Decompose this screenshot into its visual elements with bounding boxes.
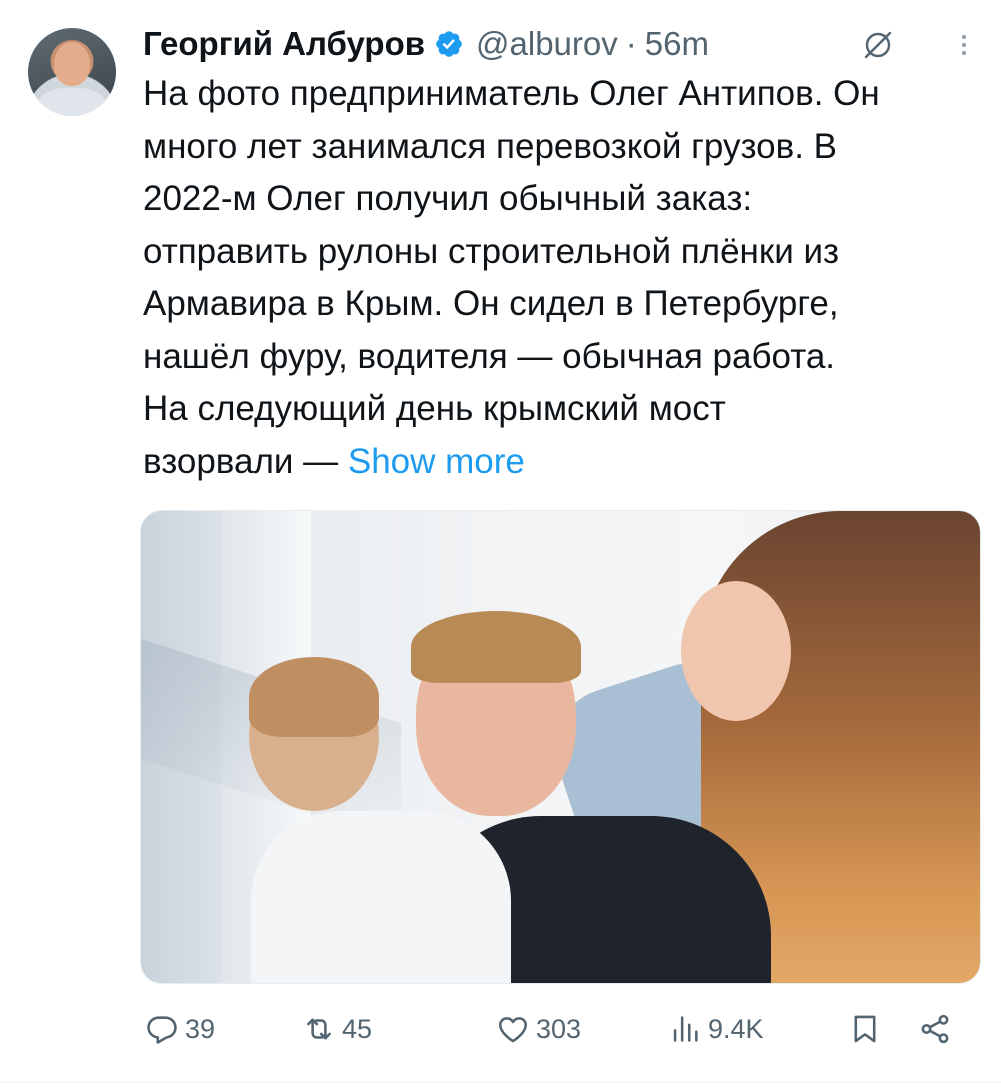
- verified-badge-icon[interactable]: [434, 29, 464, 59]
- show-more-link[interactable]: Show more: [348, 442, 525, 481]
- tweet-text: На фото предприниматель Олег Антипов. Он…: [143, 68, 973, 488]
- bookmark-icon: [854, 1015, 876, 1043]
- photo-child-hair: [249, 657, 379, 737]
- reply-button[interactable]: 39: [145, 1004, 215, 1054]
- reply-icon: [147, 1016, 177, 1044]
- bottom-divider: [0, 1082, 1001, 1083]
- avatar-shirt: [38, 88, 106, 116]
- author-display-name[interactable]: Георгий Албуров: [143, 25, 425, 63]
- share-button[interactable]: [918, 1004, 952, 1054]
- views-button[interactable]: 9.4K: [668, 1004, 764, 1054]
- tweet-timestamp[interactable]: 56m: [645, 25, 709, 63]
- repost-icon: [307, 1018, 331, 1040]
- share-icon: [921, 1014, 949, 1044]
- bookmark-button[interactable]: [848, 1004, 882, 1054]
- like-button[interactable]: 303: [496, 1004, 581, 1054]
- repost-button[interactable]: 45: [302, 1004, 372, 1054]
- like-count: 303: [536, 1013, 582, 1044]
- separator-dot: ·: [625, 25, 637, 62]
- views-count: 9.4K: [708, 1013, 764, 1044]
- repost-count: 45: [342, 1013, 373, 1044]
- avatar-face: [54, 42, 90, 86]
- photo-man-hair: [411, 611, 581, 683]
- grok-icon[interactable]: [861, 28, 895, 62]
- tweet-header: Георгий Албуров @alburov · 56m: [143, 20, 981, 68]
- author-handle[interactable]: @alburov: [476, 25, 618, 63]
- views-icon: [673, 1016, 698, 1042]
- avatar[interactable]: [28, 28, 116, 116]
- tweet-body: На фото предприниматель Олег Антипов. Он…: [143, 74, 880, 481]
- action-bar: 39 45 303 9.4K: [140, 1004, 981, 1054]
- photo-child-shirt: [251, 811, 511, 983]
- photo-woman-face: [681, 581, 791, 721]
- reply-count: 39: [185, 1013, 216, 1044]
- tweet-photo[interactable]: [140, 510, 981, 984]
- more-vertical-icon[interactable]: [957, 28, 971, 62]
- tweet-card[interactable]: Георгий Албуров @alburov · 56m На фото п…: [0, 0, 1001, 1088]
- heart-icon: [498, 1017, 528, 1043]
